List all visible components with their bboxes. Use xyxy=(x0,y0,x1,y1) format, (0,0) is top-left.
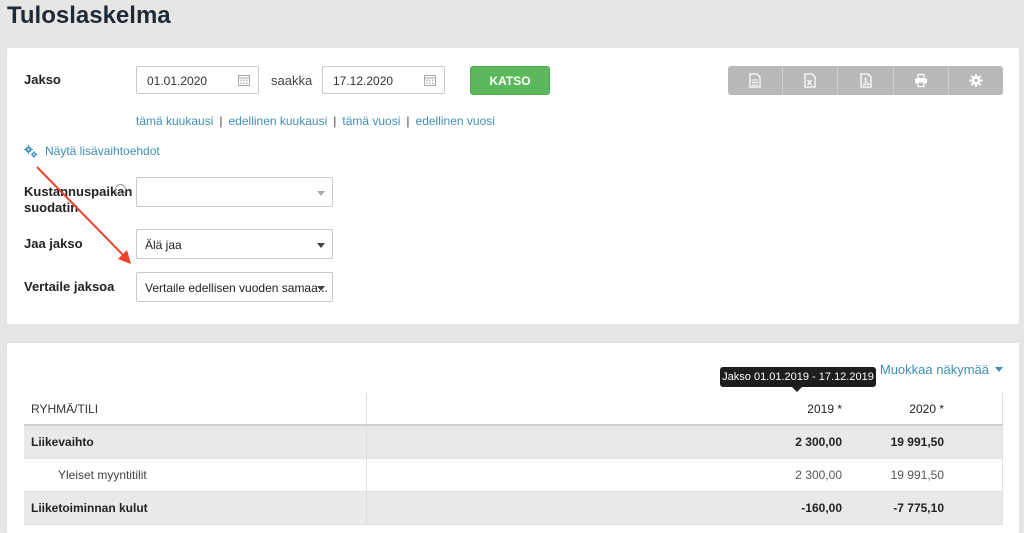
gears-icon xyxy=(24,144,38,158)
settings-button[interactable] xyxy=(949,66,1003,95)
pdf-icon xyxy=(859,73,872,88)
date-from-value: 01.01.2020 xyxy=(147,74,208,88)
export-pdf-button[interactable] xyxy=(838,66,894,95)
calendar-icon[interactable] xyxy=(238,74,250,86)
gear-icon xyxy=(969,74,983,87)
edit-view-label: Muokkaa näkymää xyxy=(879,362,989,377)
calendar-icon[interactable] xyxy=(424,74,436,86)
table-row[interactable]: Liikevaihto 2 300,00 19 991,50 xyxy=(24,426,1003,459)
report-panel: Muokkaa näkymää Jakso 01.01.2019 - 17.12… xyxy=(7,343,1019,533)
table-row[interactable]: Yleiset myyntitilit 2 300,00 19 991,50 xyxy=(24,459,1003,492)
filter-panel: Jakso 01.01.2020 saakka 17.12.2020 KATSO xyxy=(7,48,1019,324)
export-toolbar xyxy=(728,66,1003,95)
separator: | xyxy=(406,114,410,128)
table-row[interactable]: Liiketoiminnan kulut -160,00 -7 775,10 xyxy=(24,492,1003,525)
split-period-label: Jaa jakso xyxy=(24,236,83,251)
page-title: Tuloslaskelma xyxy=(7,2,171,29)
period-tooltip: Jakso 01.01.2019 - 17.12.2019 xyxy=(720,367,876,392)
split-period-select[interactable]: Älä jaa xyxy=(136,229,333,259)
column-header-2019[interactable]: 2019 * xyxy=(724,402,842,416)
link-previous-year[interactable]: edellinen vuosi xyxy=(416,114,495,128)
chevron-down-icon xyxy=(317,191,325,196)
info-icon[interactable] xyxy=(115,184,126,195)
row-name: Liiketoiminnan kulut xyxy=(31,501,148,515)
export-document-button[interactable] xyxy=(728,66,784,95)
compare-period-label: Vertaile jaksoa xyxy=(24,279,115,294)
row-value-2020: 19 991,50 xyxy=(890,468,944,482)
row-value-2019: 2 300,00 xyxy=(795,435,842,449)
compare-period-value: Vertaile edellisen vuoden samaa... xyxy=(145,281,328,295)
date-from-input[interactable]: 01.01.2020 xyxy=(136,66,259,94)
date-to-input[interactable]: 17.12.2020 xyxy=(322,66,445,94)
edit-view-dropdown[interactable]: Muokkaa näkymää xyxy=(880,362,1003,377)
link-this-month[interactable]: tämä kuukausi xyxy=(136,114,213,128)
excel-icon xyxy=(804,73,816,88)
chevron-down-icon xyxy=(317,286,325,291)
link-this-year[interactable]: tämä vuosi xyxy=(342,114,400,128)
date-to-value: 17.12.2020 xyxy=(333,74,394,88)
split-period-value: Älä jaa xyxy=(145,238,182,252)
period-label: Jakso xyxy=(24,72,61,87)
row-value-2019: 2 300,00 xyxy=(795,468,842,482)
report-table: RYHMÄ/TILI 2019 * 2020 * Liikevaihto 2 3… xyxy=(24,393,1003,525)
row-name: Yleiset myyntitilit xyxy=(58,468,147,482)
cost-center-select[interactable] xyxy=(136,177,333,207)
document-icon xyxy=(749,73,761,88)
export-excel-button[interactable] xyxy=(783,66,839,95)
row-value-2020: -7 775,10 xyxy=(893,501,944,515)
chevron-down-icon xyxy=(317,243,325,248)
print-button[interactable] xyxy=(894,66,949,95)
column-header-2020[interactable]: 2020 * xyxy=(844,402,944,416)
print-icon xyxy=(914,73,927,88)
separator: | xyxy=(219,114,223,128)
view-button[interactable]: KATSO xyxy=(470,66,550,95)
row-value-2020: 19 991,50 xyxy=(890,435,944,449)
row-name: Liikevaihto xyxy=(31,435,94,449)
row-value-2019: -160,00 xyxy=(801,501,842,515)
show-more-options-link[interactable]: Näytä lisävaihtoehdot xyxy=(24,144,160,158)
link-previous-month[interactable]: edellinen kuukausi xyxy=(229,114,328,128)
separator: | xyxy=(333,114,337,128)
chevron-down-icon xyxy=(995,367,1003,372)
quick-period-links: tämä kuukausi | edellinen kuukausi | tämä vu… xyxy=(136,114,495,128)
table-header-row: RYHMÄ/TILI 2019 * 2020 * xyxy=(24,393,1003,426)
show-more-options-label: Näytä lisävaihtoehdot xyxy=(45,144,160,158)
cost-center-label-line2: suodatin xyxy=(24,200,79,215)
column-header-group[interactable]: RYHMÄ/TILI xyxy=(31,402,98,416)
to-label: saakka xyxy=(271,73,313,88)
compare-period-select[interactable]: Vertaile edellisen vuoden samaa... xyxy=(136,272,333,302)
